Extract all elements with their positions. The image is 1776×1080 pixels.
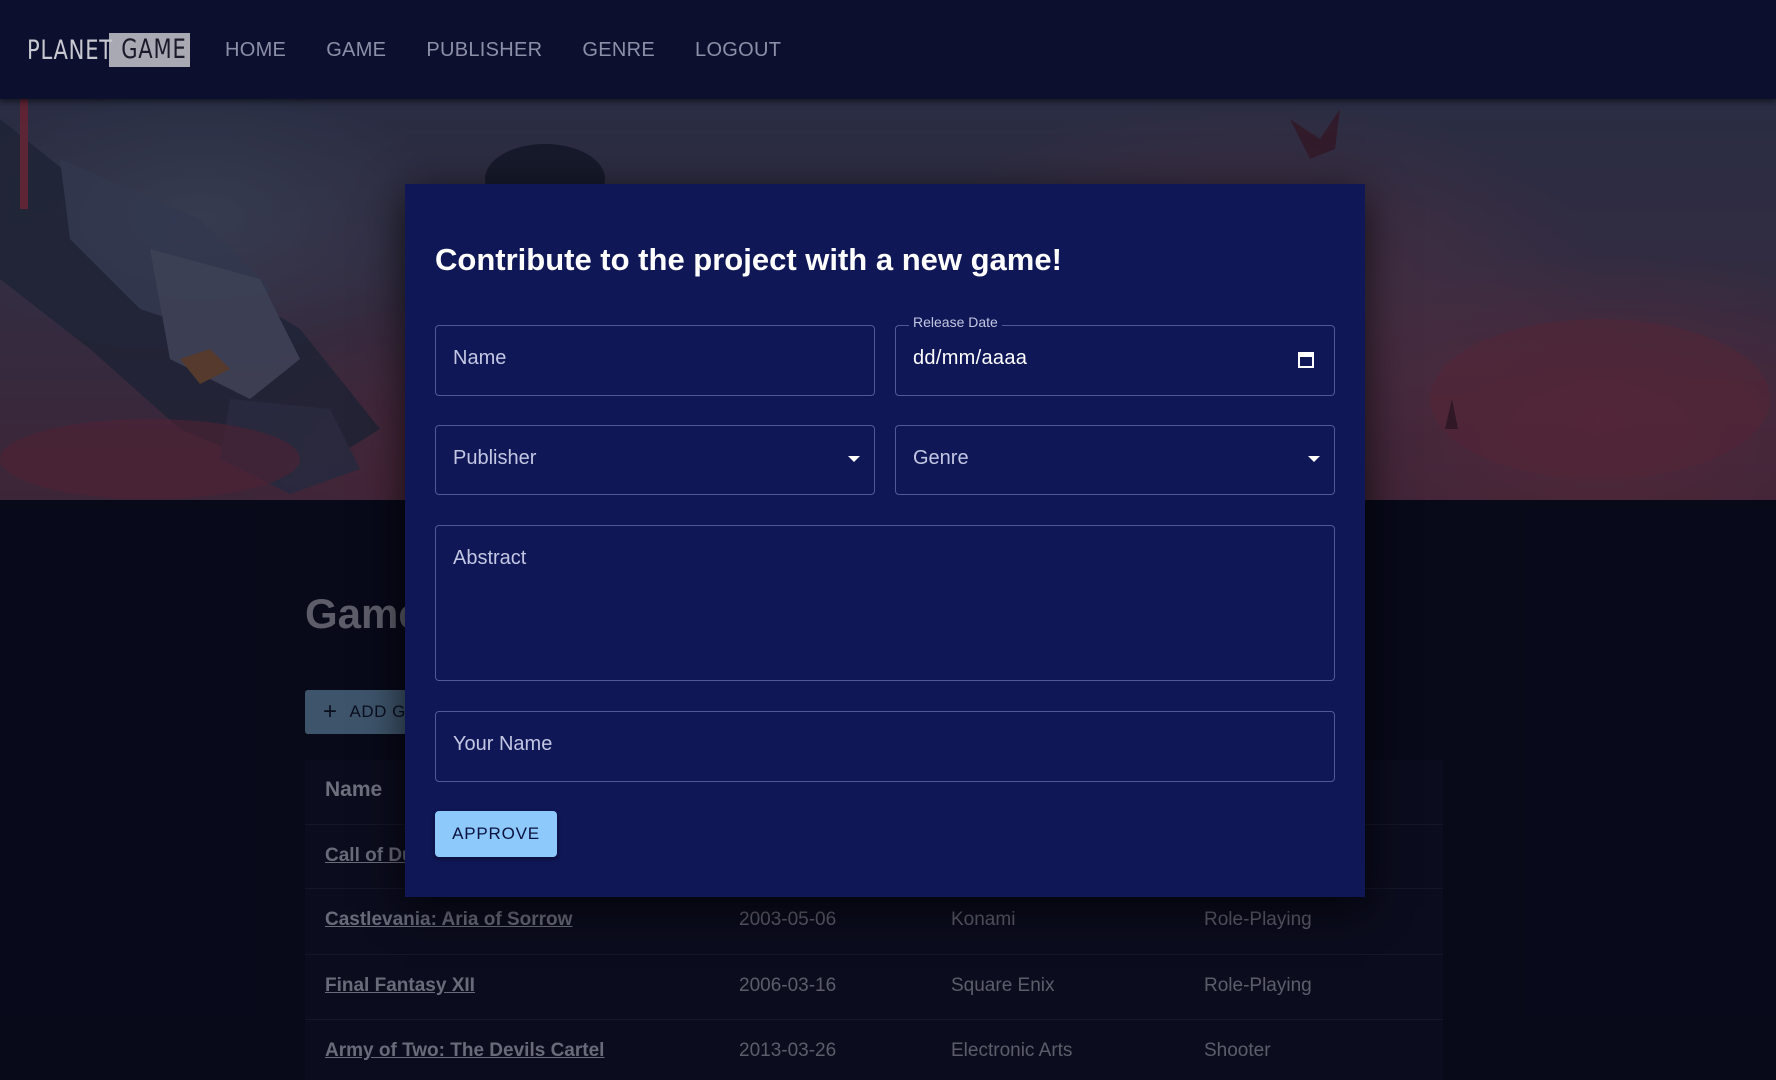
abstract-textarea[interactable]: Abstract <box>435 525 1335 681</box>
nav-publisher[interactable]: PUBLISHER <box>426 39 542 62</box>
logo-text-planet: PLANET <box>27 34 113 66</box>
name-input[interactable]: Name <box>435 325 875 396</box>
top-navbar: PLANET GAME HOME GAME PUBLISHER GENRE LO… <box>0 0 1776 99</box>
chevron-down-icon <box>848 456 860 462</box>
publisher-select[interactable]: Publisher <box>435 425 875 495</box>
publisher-placeholder: Publisher <box>453 447 537 469</box>
calendar-icon[interactable] <box>1298 350 1314 368</box>
release-date-label: Release Date <box>909 314 1002 330</box>
logo-text-game: GAME <box>109 33 190 67</box>
nav-home[interactable]: HOME <box>225 39 286 62</box>
your-name-placeholder: Your Name <box>453 733 553 755</box>
nav-genre[interactable]: GENRE <box>582 39 655 62</box>
planet-game-logo[interactable]: PLANET GAME <box>27 33 190 67</box>
nav-links: HOME GAME PUBLISHER GENRE LOGOUT <box>225 39 821 62</box>
chevron-down-icon <box>1308 456 1320 462</box>
genre-placeholder: Genre <box>913 447 969 469</box>
nav-logout[interactable]: LOGOUT <box>695 39 781 62</box>
name-placeholder: Name <box>453 347 507 369</box>
abstract-placeholder: Abstract <box>453 547 527 569</box>
new-game-modal: Contribute to the project with a new gam… <box>405 184 1365 897</box>
modal-title: Contribute to the project with a new gam… <box>435 242 1062 277</box>
release-date-value: dd/mm/aaaa <box>913 347 1028 369</box>
genre-select[interactable]: Genre <box>895 425 1335 495</box>
release-date-input[interactable]: Release Date dd/mm/aaaa <box>895 314 1335 396</box>
approve-button[interactable]: APPROVE <box>435 811 557 857</box>
nav-game[interactable]: GAME <box>326 39 386 62</box>
your-name-input[interactable]: Your Name <box>435 711 1335 782</box>
